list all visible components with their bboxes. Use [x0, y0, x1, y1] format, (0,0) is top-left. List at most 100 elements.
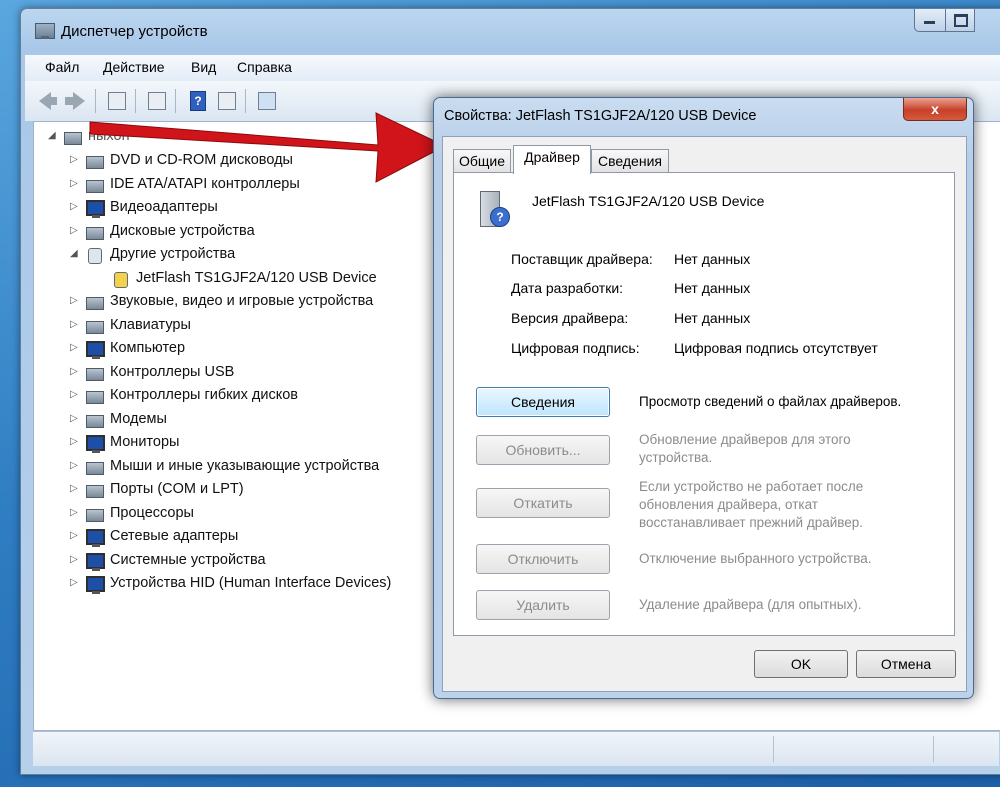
expand-arrow-icon[interactable]: ▷ — [70, 460, 80, 471]
toolbar-separator — [175, 89, 176, 113]
expand-arrow-icon[interactable]: ◢ — [70, 248, 80, 259]
expand-arrow-icon[interactable]: ▷ — [70, 366, 80, 377]
speaker-icon — [84, 293, 104, 311]
expand-arrow-icon[interactable]: ▷ — [70, 225, 80, 236]
expand-arrow-icon[interactable]: ▷ — [70, 319, 80, 330]
device-manager-app-icon — [35, 23, 55, 39]
action-pane-icon[interactable] — [217, 91, 237, 111]
expand-arrow-icon[interactable]: ▷ — [70, 154, 80, 165]
tree-item-label: Мониторы — [110, 434, 180, 450]
tree-item-label: Модемы — [110, 410, 167, 427]
driver-tab-page: ? JetFlash TS1GJF2A/120 USB Device Поста… — [453, 172, 955, 636]
minimize-button[interactable] — [914, 9, 946, 32]
modem-icon — [84, 411, 104, 429]
toolbar-separator — [245, 89, 246, 113]
prop-date-label: Дата разработки: — [511, 280, 624, 296]
dialog-close-button[interactable]: x — [903, 98, 967, 121]
monitor-icon — [84, 434, 105, 453]
disk-drive-icon — [84, 223, 104, 241]
computer-icon — [84, 340, 105, 359]
dialog-title: Свойства: JetFlash TS1GJF2A/120 USB Devi… — [444, 108, 757, 124]
prop-provider-label: Поставщик драйвера: — [511, 251, 653, 267]
menu-help[interactable]: Справка — [237, 59, 292, 75]
expand-arrow-icon[interactable]: ▷ — [70, 507, 80, 518]
rollback-driver-button[interactable]: Откатить — [476, 488, 610, 518]
tree-item-label: Звуковые, видео и игровые устройства — [110, 293, 374, 309]
tab-details[interactable]: Сведения — [591, 149, 669, 172]
driver-details-desc: Просмотр сведений о файлах драйверов. — [639, 394, 902, 409]
mouse-icon — [84, 458, 104, 476]
dvd-drive-icon — [84, 152, 104, 170]
unknown-device-icon — [84, 246, 104, 264]
toolbar-separator — [135, 89, 136, 113]
tree-item-label: Мыши и иные указывающие устройства — [110, 457, 380, 474]
tree-item-label: Устройства HID (Human Interface Devices) — [110, 575, 392, 591]
prop-provider-value: Нет данных — [674, 251, 751, 267]
expand-arrow-icon[interactable]: ▷ — [70, 342, 80, 353]
device-name: JetFlash TS1GJF2A/120 USB Device — [532, 193, 765, 209]
tree-root-label: ныхон — [88, 128, 130, 144]
tree-item-label: Другие устройства — [110, 246, 236, 262]
status-bar — [33, 731, 999, 766]
properties-dialog: Свойства: JetFlash TS1GJF2A/120 USB Devi… — [433, 97, 974, 699]
scan-hardware-icon[interactable] — [257, 91, 277, 111]
forward-icon[interactable] — [65, 91, 85, 111]
menu-view[interactable]: Вид — [191, 59, 216, 75]
tree-item-label: Контроллеры гибких дисков — [110, 387, 298, 403]
port-icon — [84, 481, 104, 499]
prop-date-value: Нет данных — [674, 280, 751, 296]
display-adapter-icon — [84, 199, 105, 218]
window-title: Диспетчер устройств — [61, 23, 208, 40]
expand-arrow-icon[interactable]: ▷ — [70, 295, 80, 306]
tree-item-label: DVD и CD-ROM дисководы — [110, 152, 293, 168]
expand-arrow-icon[interactable]: ▷ — [70, 530, 80, 541]
back-icon[interactable] — [37, 91, 57, 111]
ok-button[interactable]: OK — [754, 650, 848, 678]
disable-device-button[interactable]: Отключить — [476, 544, 610, 574]
usb-device-icon: ? — [476, 189, 512, 229]
maximize-button[interactable] — [945, 9, 975, 32]
tree-item-label: IDE ATA/ATAPI контроллеры — [110, 175, 300, 192]
usb-icon — [84, 364, 104, 382]
rollback-driver-desc: Если устройство не работает после обновл… — [639, 479, 864, 530]
toolbar-separator — [95, 89, 96, 113]
properties-icon[interactable] — [147, 91, 167, 111]
tree-item-label: Компьютер — [110, 340, 186, 356]
tree-item-label: Дисковые устройства — [110, 222, 255, 239]
expand-arrow-icon[interactable]: ▷ — [70, 483, 80, 494]
menu-action[interactable]: Действие — [103, 59, 165, 75]
expand-arrow-icon[interactable]: ▷ — [70, 436, 80, 447]
tree-item-label: Клавиатуры — [110, 316, 191, 333]
show-hide-tree-icon[interactable] — [107, 91, 127, 111]
processor-icon — [84, 505, 104, 523]
update-driver-button[interactable]: Обновить... — [476, 435, 610, 465]
expand-arrow-icon[interactable]: ▷ — [70, 577, 80, 588]
floppy-controller-icon — [84, 387, 104, 405]
tree-item-label: Контроллеры USB — [110, 363, 235, 380]
help-icon[interactable]: ? — [187, 91, 207, 111]
uninstall-driver-button[interactable]: Удалить — [476, 590, 610, 620]
network-adapter-icon — [84, 528, 105, 547]
prop-version-value: Нет данных — [674, 310, 751, 326]
expand-arrow-icon[interactable]: ▷ — [70, 201, 80, 212]
tab-driver[interactable]: Драйвер — [513, 145, 591, 174]
menu-file[interactable]: Файл — [45, 59, 79, 75]
driver-details-button[interactable]: Сведения — [476, 387, 610, 417]
tree-item-label: Системные устройства — [110, 551, 266, 568]
tree-item-label: JetFlash TS1GJF2A/120 USB Device — [136, 269, 377, 286]
expand-arrow-icon[interactable]: ▷ — [70, 554, 80, 565]
computer-root-icon — [62, 128, 82, 146]
expand-arrow-icon[interactable]: ▷ — [70, 389, 80, 400]
uninstall-driver-desc: Удаление драйвера (для опытных). — [639, 597, 862, 612]
tab-general[interactable]: Общие — [453, 149, 511, 172]
ide-controller-icon — [84, 176, 104, 194]
prop-signature-value: Цифровая подпись отсутствует — [674, 340, 878, 356]
expand-arrow-icon[interactable]: ▷ — [70, 178, 80, 189]
titlebar[interactable]: Диспетчер устройств — [21, 9, 1000, 53]
cancel-button[interactable]: Отмена — [856, 650, 956, 678]
hid-icon — [84, 575, 105, 594]
dialog-body: Общие Драйвер Сведения ? JetFlash TS1GJF… — [442, 136, 967, 692]
expand-arrow-icon[interactable]: ▷ — [70, 413, 80, 424]
disable-device-desc: Отключение выбранного устройства. — [639, 551, 872, 566]
warning-device-icon — [110, 270, 130, 288]
